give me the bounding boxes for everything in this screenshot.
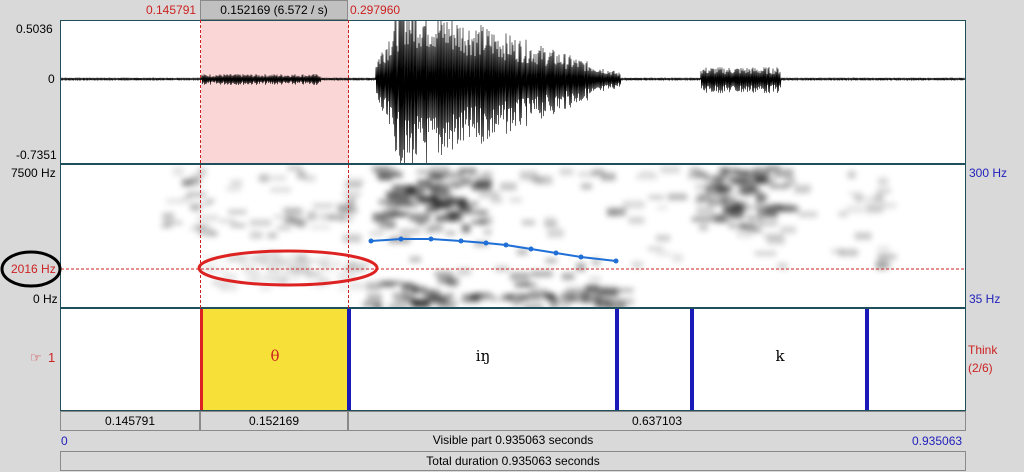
- pitch-point: [398, 236, 404, 242]
- pitch-point: [428, 236, 434, 242]
- segment-left-button[interactable]: 0.145791: [60, 411, 200, 431]
- amplitude-min-label: -0.7351: [16, 148, 57, 162]
- pitch-point: [503, 242, 509, 248]
- selection-start-time: 0.145791: [146, 3, 197, 17]
- amplitude-zero-label: 0: [48, 72, 55, 86]
- visible-end-time: 0.935063: [912, 434, 963, 448]
- amplitude-max-label: 0.5036: [16, 22, 53, 36]
- interval-theta-label: θ: [270, 347, 280, 365]
- pitch-point: [458, 238, 464, 244]
- pitch-point: [613, 258, 619, 264]
- tier-count: (2/6): [968, 361, 993, 375]
- tier-boundary[interactable]: [865, 309, 869, 410]
- interval-k-label: k: [775, 347, 785, 365]
- visible-part-button[interactable]: Visible part 0.935063 seconds: [60, 431, 966, 451]
- tier-name[interactable]: Think: [968, 343, 997, 357]
- tier-boundary[interactable]: [347, 309, 351, 410]
- spectrogram-image: [61, 165, 965, 307]
- tier-panel[interactable]: θ iŋ k: [60, 308, 966, 411]
- total-duration-button[interactable]: Total duration 0.935063 seconds: [60, 451, 966, 471]
- pitch-point: [483, 240, 489, 246]
- selection-start-line: [200, 20, 201, 308]
- pitch-bottom-label: 35 Hz: [969, 292, 1001, 306]
- segment-right-button[interactable]: 0.637103: [348, 411, 966, 431]
- segment-selected-button[interactable]: 0.152169: [200, 411, 348, 431]
- freq-top-label: 7500 Hz: [11, 166, 56, 180]
- boundary-selected[interactable]: [200, 309, 203, 410]
- tier-boundary[interactable]: [690, 309, 694, 410]
- pitch-point: [578, 254, 584, 260]
- selection-end-line: [348, 20, 349, 308]
- tier-boundary[interactable]: [615, 309, 619, 410]
- annotation-ellipse-left: [0, 250, 62, 288]
- pitch-point: [553, 250, 559, 256]
- selection-duration-box[interactable]: 0.152169 (6.572 / s): [200, 0, 348, 20]
- tier-number: 1: [48, 350, 56, 365]
- tier-pointer-icon: ☞: [30, 350, 42, 365]
- interval-ing-label: iŋ: [475, 347, 491, 365]
- freq-bottom-label: 0 Hz: [33, 292, 58, 306]
- spectrogram-panel[interactable]: [60, 164, 966, 308]
- pitch-top-label: 300 Hz: [969, 166, 1008, 180]
- selection-end-time: 0.297960: [350, 3, 401, 17]
- waveform-trace: [61, 21, 965, 163]
- waveform-panel[interactable]: [60, 20, 966, 164]
- pitch-point: [368, 238, 374, 244]
- pitch-point: [528, 246, 534, 252]
